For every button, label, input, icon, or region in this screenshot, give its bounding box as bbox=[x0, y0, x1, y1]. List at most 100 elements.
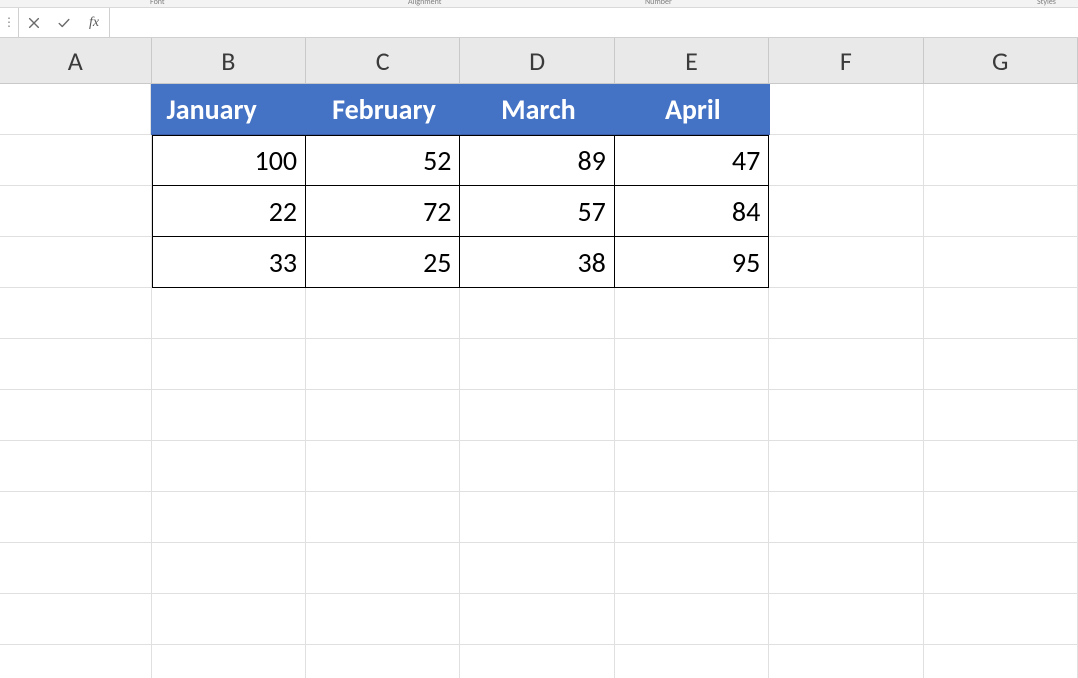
cell-C3[interactable]: 72 bbox=[306, 186, 460, 237]
col-header-G[interactable]: G bbox=[924, 38, 1078, 83]
cell-D4[interactable]: 38 bbox=[460, 237, 614, 288]
cell-E10[interactable] bbox=[615, 543, 769, 594]
cell-D6[interactable] bbox=[460, 339, 614, 390]
cell-G8[interactable] bbox=[924, 441, 1078, 492]
col-header-E[interactable]: E bbox=[615, 38, 769, 83]
cell-E12[interactable] bbox=[615, 645, 769, 678]
cell-C10[interactable] bbox=[306, 543, 460, 594]
cell-E2[interactable]: 47 bbox=[615, 135, 769, 186]
cell-B3[interactable]: 22 bbox=[152, 186, 306, 237]
cell-C1[interactable]: February bbox=[306, 84, 460, 135]
row-9 bbox=[0, 492, 1078, 543]
cell-A8[interactable] bbox=[0, 441, 152, 492]
cell-B11[interactable] bbox=[152, 594, 306, 645]
col-header-F[interactable]: F bbox=[769, 38, 923, 83]
cell-D10[interactable] bbox=[460, 543, 614, 594]
cell-E11[interactable] bbox=[615, 594, 769, 645]
cell-D12[interactable] bbox=[460, 645, 614, 678]
cell-D11[interactable] bbox=[460, 594, 614, 645]
ribbon-group-font: Font bbox=[150, 0, 165, 7]
cell-B6[interactable] bbox=[152, 339, 306, 390]
cell-D3[interactable]: 57 bbox=[460, 186, 614, 237]
cell-C4[interactable]: 25 bbox=[306, 237, 460, 288]
cell-C12[interactable] bbox=[306, 645, 460, 678]
cell-G4[interactable] bbox=[924, 237, 1078, 288]
cell-B8[interactable] bbox=[152, 441, 306, 492]
cell-D8[interactable] bbox=[460, 441, 614, 492]
formula-bar-options-icon[interactable]: ⋮ bbox=[0, 8, 18, 37]
cell-F11[interactable] bbox=[769, 594, 923, 645]
cell-E8[interactable] bbox=[615, 441, 769, 492]
cell-C2[interactable]: 52 bbox=[306, 135, 460, 186]
cell-C5[interactable] bbox=[306, 288, 460, 339]
cell-F12[interactable] bbox=[769, 645, 923, 678]
cell-G9[interactable] bbox=[924, 492, 1078, 543]
cancel-icon[interactable] bbox=[19, 8, 49, 37]
formula-bar: ⋮ fx bbox=[0, 8, 1078, 38]
cell-A4[interactable] bbox=[0, 237, 152, 288]
cell-G6[interactable] bbox=[924, 339, 1078, 390]
cell-F6[interactable] bbox=[769, 339, 923, 390]
cell-E6[interactable] bbox=[615, 339, 769, 390]
cell-B7[interactable] bbox=[152, 390, 306, 441]
cell-B4[interactable]: 33 bbox=[152, 237, 306, 288]
cell-D5[interactable] bbox=[460, 288, 614, 339]
enter-icon[interactable] bbox=[49, 8, 79, 37]
cell-D7[interactable] bbox=[460, 390, 614, 441]
cell-A7[interactable] bbox=[0, 390, 152, 441]
cell-G10[interactable] bbox=[924, 543, 1078, 594]
formula-input[interactable] bbox=[110, 8, 1078, 37]
cell-E7[interactable] bbox=[615, 390, 769, 441]
col-header-B[interactable]: B bbox=[152, 38, 306, 83]
cell-C7[interactable] bbox=[306, 390, 460, 441]
cell-E3[interactable]: 84 bbox=[615, 186, 769, 237]
cell-B1[interactable]: January bbox=[151, 84, 306, 135]
cell-F7[interactable] bbox=[769, 390, 923, 441]
cell-F2[interactable] bbox=[769, 135, 923, 186]
cell-F3[interactable] bbox=[769, 186, 923, 237]
cell-E9[interactable] bbox=[615, 492, 769, 543]
cell-D1[interactable]: March bbox=[461, 84, 615, 135]
cell-F10[interactable] bbox=[769, 543, 923, 594]
cell-G1[interactable] bbox=[924, 84, 1078, 135]
cell-A10[interactable] bbox=[0, 543, 152, 594]
cell-F8[interactable] bbox=[769, 441, 923, 492]
cell-B2[interactable]: 100 bbox=[152, 135, 306, 186]
cell-E1[interactable]: April bbox=[615, 84, 769, 135]
cell-E5[interactable] bbox=[615, 288, 769, 339]
cell-G3[interactable] bbox=[924, 186, 1078, 237]
grid[interactable]: January February March April 100 52 89 4… bbox=[0, 84, 1078, 678]
cell-B9[interactable] bbox=[152, 492, 306, 543]
cell-B10[interactable] bbox=[152, 543, 306, 594]
insert-function-icon[interactable]: fx bbox=[79, 8, 109, 37]
cell-G2[interactable] bbox=[924, 135, 1078, 186]
cell-C11[interactable] bbox=[306, 594, 460, 645]
cell-A6[interactable] bbox=[0, 339, 152, 390]
cell-D9[interactable] bbox=[460, 492, 614, 543]
cell-G5[interactable] bbox=[924, 288, 1078, 339]
cell-F1[interactable] bbox=[770, 84, 924, 135]
cell-D2[interactable]: 89 bbox=[460, 135, 614, 186]
col-header-D[interactable]: D bbox=[460, 38, 614, 83]
cell-F9[interactable] bbox=[769, 492, 923, 543]
cell-B5[interactable] bbox=[152, 288, 306, 339]
cell-F5[interactable] bbox=[769, 288, 923, 339]
cell-A11[interactable] bbox=[0, 594, 152, 645]
cell-A5[interactable] bbox=[0, 288, 152, 339]
cell-G7[interactable] bbox=[924, 390, 1078, 441]
cell-A3[interactable] bbox=[0, 186, 152, 237]
cell-A1[interactable] bbox=[0, 84, 151, 135]
cell-C9[interactable] bbox=[306, 492, 460, 543]
cell-G11[interactable] bbox=[924, 594, 1078, 645]
cell-A2[interactable] bbox=[0, 135, 152, 186]
cell-A9[interactable] bbox=[0, 492, 152, 543]
col-header-C[interactable]: C bbox=[306, 38, 460, 83]
cell-B12[interactable] bbox=[152, 645, 306, 678]
col-header-A[interactable]: A bbox=[0, 38, 152, 83]
cell-G12[interactable] bbox=[924, 645, 1078, 678]
cell-F4[interactable] bbox=[769, 237, 923, 288]
cell-A12[interactable] bbox=[0, 645, 152, 678]
cell-C6[interactable] bbox=[306, 339, 460, 390]
cell-C8[interactable] bbox=[306, 441, 460, 492]
cell-E4[interactable]: 95 bbox=[615, 237, 769, 288]
